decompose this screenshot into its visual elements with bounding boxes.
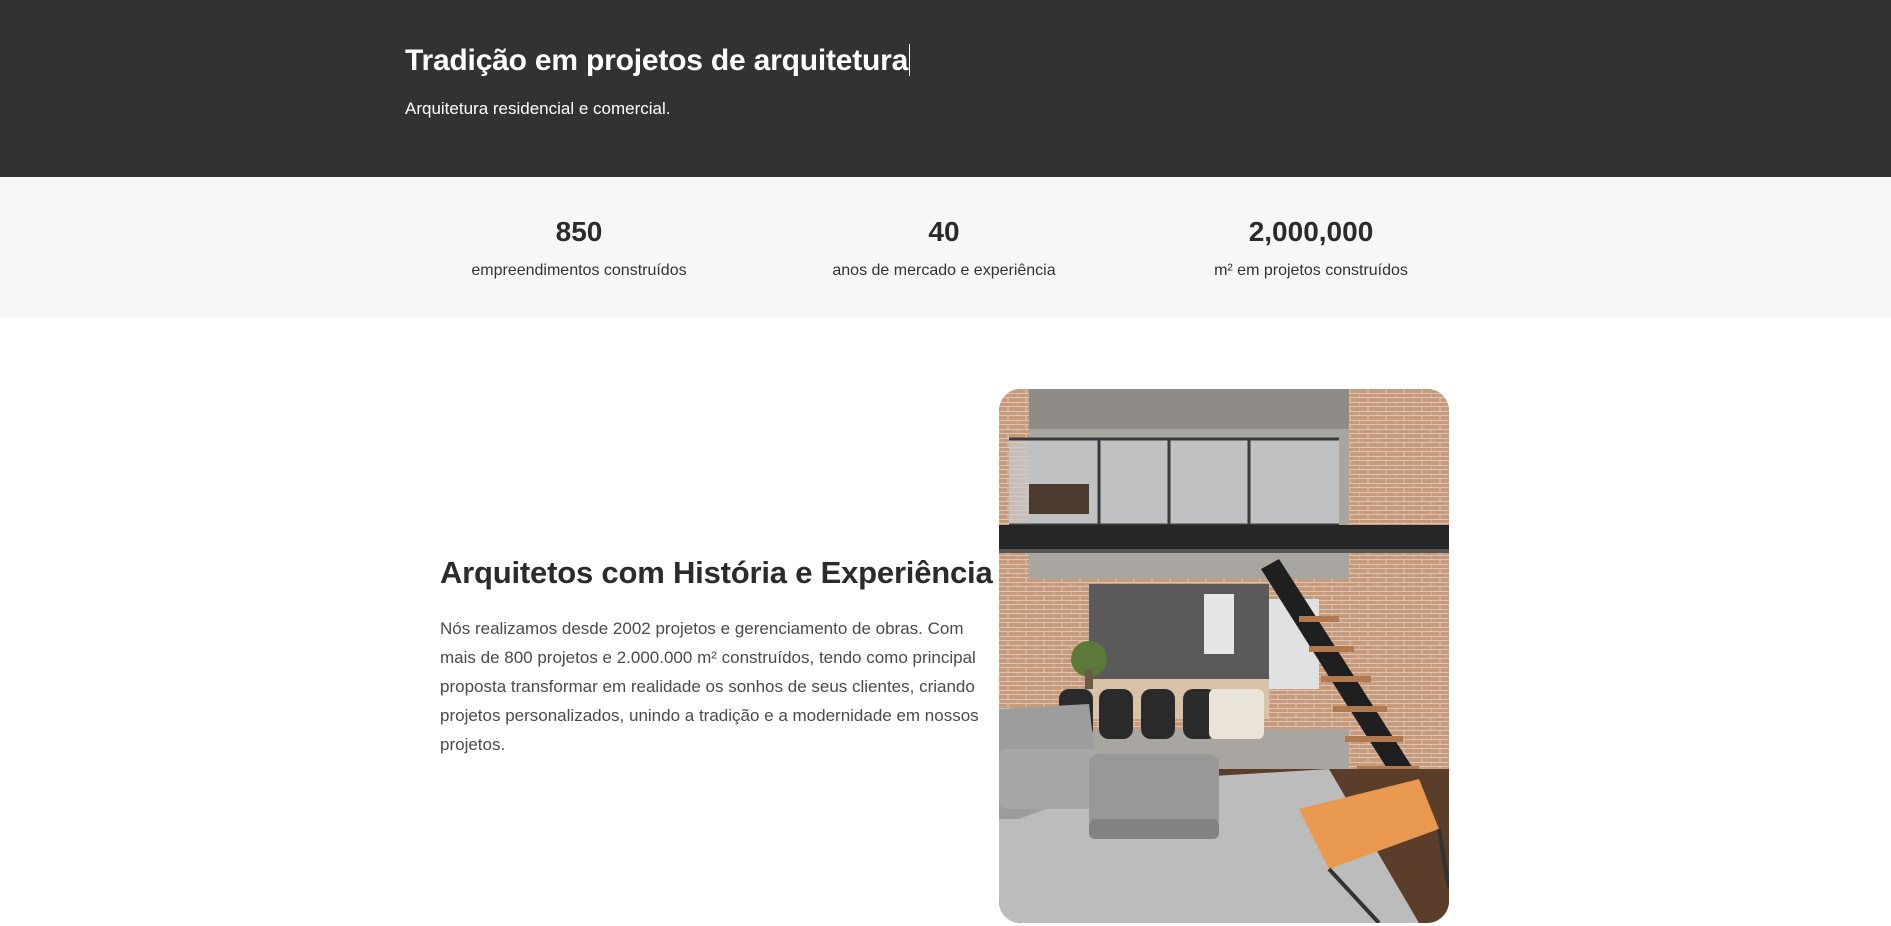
stats-bar: 850 empreendimentos construídos 40 anos … [0, 177, 1891, 317]
hero-title: Tradição em projetos de arquitetura [405, 44, 911, 78]
about-text: Nós realizamos desde 2002 projetos e ger… [440, 619, 979, 754]
stat-label: m² em projetos construídos [1214, 262, 1408, 279]
hero-subtitle: Arquitetura residencial e comercial. [405, 99, 671, 118]
stat-projects: 850 empreendimentos construídos [429, 218, 729, 280]
stat-value: 850 [555, 216, 603, 247]
stat-label: anos de mercado e experiência [832, 262, 1056, 279]
hero-banner: Tradição em projetos de arquitetura Arqu… [0, 0, 1891, 177]
text-cursor [909, 44, 911, 76]
stat-value: 40 [928, 216, 960, 247]
stat-area: 2,000,000 m² em projetos construídos [1161, 218, 1461, 280]
stat-years: 40 anos de mercado e experiência [794, 218, 1094, 280]
stat-label: empreendimentos construídos [471, 262, 687, 279]
hero-title-text: Tradição em projetos de arquitetura [405, 44, 909, 77]
about-title: Arquitetos com História e Experiência [440, 555, 993, 590]
loft-interior-photo [999, 389, 1449, 923]
stat-value: 2,000,000 [1248, 216, 1374, 247]
